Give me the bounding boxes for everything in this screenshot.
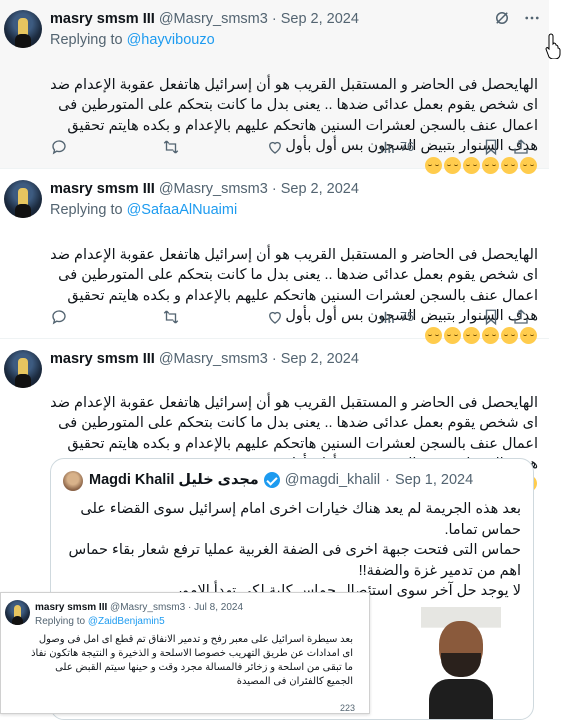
- tweet-text: الهايحصل فى الحاضر و المستقبل القريب هو …: [50, 54, 538, 177]
- quoted-header: Magdi Khalil مجدى خليل @magdi_khalil · S…: [89, 472, 474, 488]
- quoted-photo[interactable]: [421, 607, 501, 719]
- avatar[interactable]: [4, 10, 42, 48]
- embedded-replying-to: Replying to @ZaidBenjamin5: [35, 616, 165, 627]
- more-icon[interactable]: [523, 9, 541, 27]
- embedded-tweet-screenshot: masry smsm III @Masry_smsm3 · Jul 8, 202…: [0, 592, 370, 714]
- replying-to: Replying to @hayvibouzo: [50, 32, 215, 48]
- views-button[interactable]: 75: [378, 308, 482, 326]
- embedded-header: masry smsm III @Masry_smsm3 · Jul 8, 202…: [35, 602, 244, 613]
- quoted-author-name[interactable]: Magdi Khalil مجدى خليل: [89, 472, 259, 488]
- tweet-text: الهايحصل فى الحاضر و المستقبل القريب هو …: [50, 224, 538, 347]
- bookmark-button[interactable]: [482, 138, 512, 156]
- author-handle[interactable]: @Masry_smsm3: [159, 351, 268, 367]
- like-button[interactable]: [266, 308, 378, 326]
- avatar[interactable]: [4, 180, 42, 218]
- share-button[interactable]: [512, 138, 530, 156]
- retweet-button[interactable]: [162, 138, 266, 156]
- verified-badge-icon: [263, 472, 280, 488]
- views-button[interactable]: 76: [378, 138, 482, 156]
- grok-icon[interactable]: [493, 9, 511, 27]
- reply-button[interactable]: [50, 308, 162, 326]
- author-handle[interactable]: @Masry_smsm3: [159, 11, 268, 27]
- bookmark-button[interactable]: [482, 308, 512, 326]
- tweet-header: masry smsm III @Masry_smsm3 · Sep 2, 202…: [50, 181, 359, 197]
- tweet-header: masry smsm III @Masry_smsm3 · Sep 2, 202…: [50, 11, 359, 27]
- replying-handle-link[interactable]: @hayvibouzo: [127, 32, 215, 48]
- retweet-button[interactable]: [162, 308, 266, 326]
- reply-button[interactable]: [50, 138, 162, 156]
- embedded-text: بعد سيطرة اسرائيل على معبر رفح و تدمير ا…: [31, 634, 353, 687]
- like-button[interactable]: [266, 138, 378, 156]
- views-count: 75: [400, 310, 414, 324]
- tweet-actions: 75: [50, 308, 538, 326]
- quoted-date[interactable]: Sep 1, 2024: [395, 472, 473, 488]
- tweet-date[interactable]: Sep 2, 2024: [281, 181, 359, 197]
- replying-to: Replying to @SafaaAlNuaimi: [50, 202, 238, 218]
- quoted-avatar[interactable]: [63, 471, 83, 491]
- replying-handle-link[interactable]: @SafaaAlNuaimi: [127, 202, 238, 218]
- tweet[interactable]: masry smsm III @Masry_smsm3 · Sep 2, 202…: [0, 0, 549, 174]
- tweet-date[interactable]: Sep 2, 2024: [281, 351, 359, 367]
- author-name[interactable]: masry smsm III: [50, 351, 155, 367]
- views-count: 76: [400, 140, 414, 154]
- quoted-text: بعد هذه الجريمة لم يعد هناك خيارات اخرى …: [68, 501, 521, 599]
- tweet-header: masry smsm III @Masry_smsm3 · Sep 2, 202…: [50, 351, 359, 367]
- avatar[interactable]: [4, 350, 42, 388]
- tweet-date[interactable]: Sep 2, 2024: [281, 11, 359, 27]
- mouse-cursor-icon: [545, 33, 561, 59]
- quoted-author-handle[interactable]: @magdi_khalil: [285, 472, 380, 488]
- author-name[interactable]: masry smsm III: [50, 11, 155, 27]
- author-name[interactable]: masry smsm III: [50, 181, 155, 197]
- author-handle[interactable]: @Masry_smsm3: [159, 181, 268, 197]
- share-button[interactable]: [512, 308, 530, 326]
- avatar: [5, 600, 30, 625]
- tweet-actions: 76: [50, 138, 538, 156]
- tweet[interactable]: masry smsm III @Masry_smsm3 · Sep 2, 202…: [0, 170, 549, 344]
